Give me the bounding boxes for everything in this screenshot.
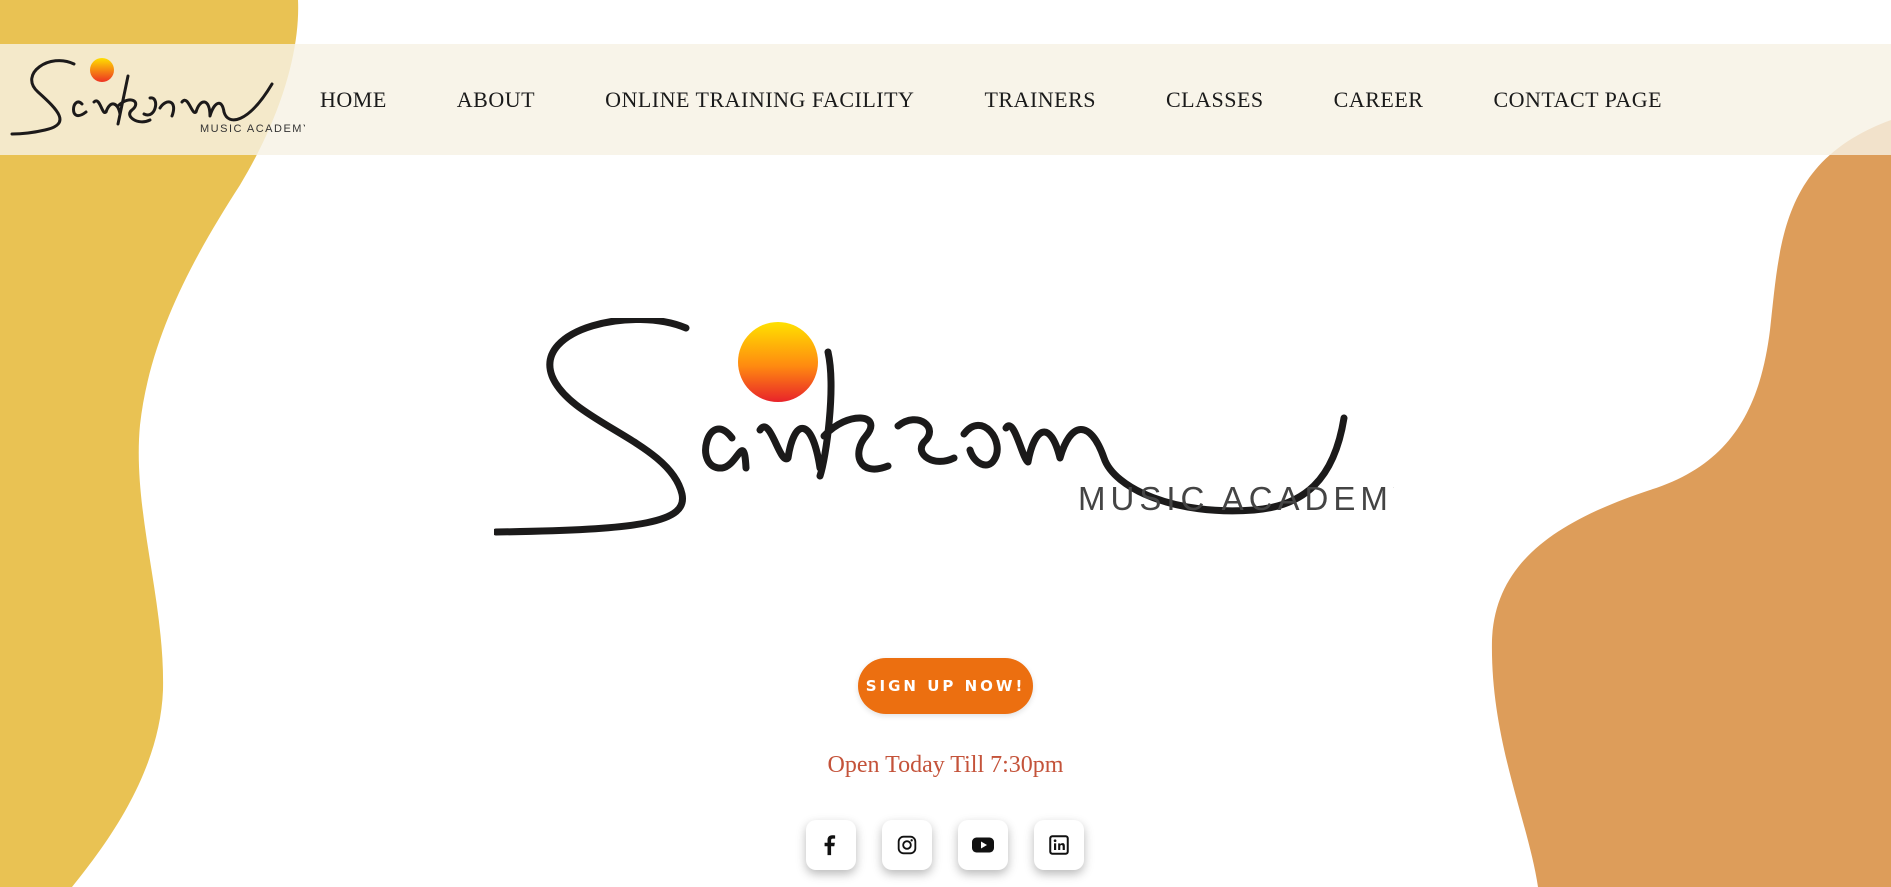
site-logo[interactable]: MUSIC ACADEMY xyxy=(10,54,305,144)
sign-up-button[interactable]: SIGN UP NOW! xyxy=(858,658,1033,714)
nav-about[interactable]: ABOUT xyxy=(457,87,535,113)
hero-logo-tagline: MUSIC ACADEMY xyxy=(1078,480,1394,517)
youtube-icon xyxy=(972,837,994,853)
facebook-icon xyxy=(824,835,836,856)
opening-hours-text: Open Today Till 7:30pm xyxy=(827,752,1064,778)
social-links xyxy=(806,820,1084,870)
facebook-link[interactable] xyxy=(806,820,856,870)
nav-online-training-facility[interactable]: ONLINE TRAINING FACILITY xyxy=(605,87,914,113)
logo-tagline: MUSIC ACADEMY xyxy=(200,123,305,135)
top-navbar: MUSIC ACADEMY HOME ABOUT ONLINE TRAINING… xyxy=(0,44,1891,155)
nav-classes[interactable]: CLASSES xyxy=(1166,87,1264,113)
youtube-link[interactable] xyxy=(958,820,1008,870)
main-nav: HOME ABOUT ONLINE TRAINING FACILITY TRAI… xyxy=(320,44,1732,155)
linkedin-icon xyxy=(1049,835,1069,855)
instagram-link[interactable] xyxy=(882,820,932,870)
nav-career[interactable]: CAREER xyxy=(1334,87,1424,113)
nav-trainers[interactable]: TRAINERS xyxy=(984,87,1096,113)
hero-logo: MUSIC ACADEMY xyxy=(494,318,1394,536)
logo-sun-icon xyxy=(90,58,114,82)
instagram-icon xyxy=(897,835,917,855)
nav-home[interactable]: HOME xyxy=(320,87,387,113)
hero-logo-sun-icon xyxy=(738,322,818,402)
linkedin-link[interactable] xyxy=(1034,820,1084,870)
nav-contact-page[interactable]: CONTACT PAGE xyxy=(1493,87,1662,113)
